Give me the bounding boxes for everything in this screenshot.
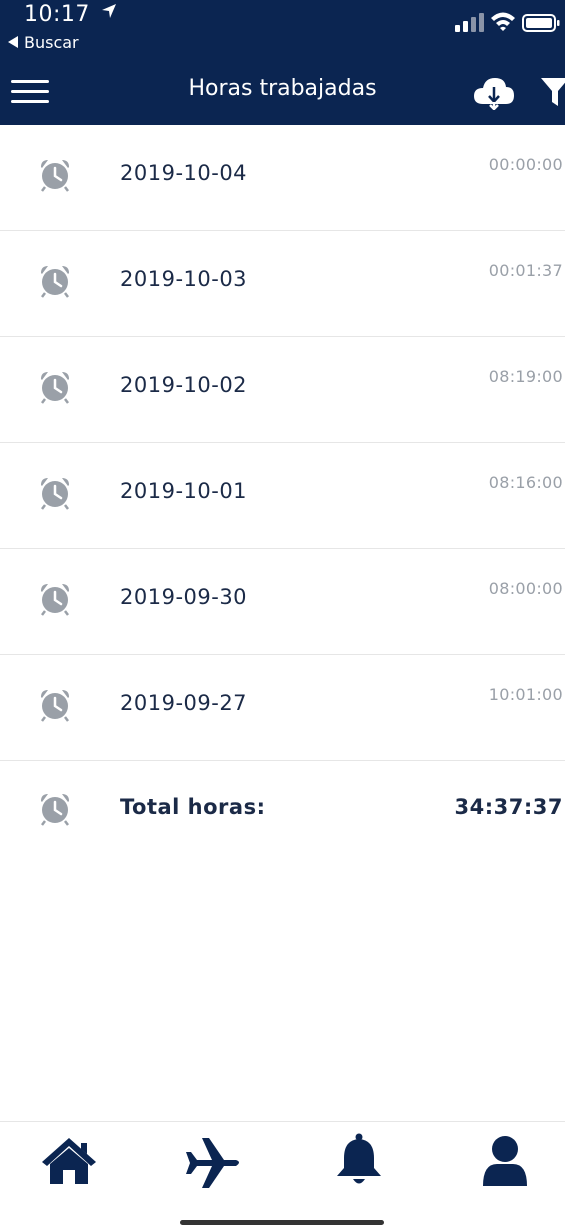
alarm-clock-icon bbox=[41, 160, 69, 192]
record-duration: 08:16:00 bbox=[488, 473, 563, 492]
record-duration: 08:19:00 bbox=[488, 367, 563, 386]
list-item[interactable]: 2019-09-27 10:01:00 bbox=[0, 655, 565, 761]
total-hours-value: 34:37:37 bbox=[454, 795, 563, 819]
record-date: 2019-09-30 bbox=[120, 585, 248, 609]
wifi-icon bbox=[491, 12, 515, 31]
record-duration: 00:00:00 bbox=[488, 155, 563, 174]
cloud-download-icon[interactable] bbox=[473, 74, 515, 110]
record-duration: 10:01:00 bbox=[488, 685, 563, 704]
list-item[interactable]: 2019-09-30 08:00:00 bbox=[0, 549, 565, 655]
list-item[interactable]: 2019-10-04 00:00:00 bbox=[0, 125, 565, 231]
total-hours-row: Total horas: 34:37:37 bbox=[0, 761, 565, 856]
alarm-clock-icon bbox=[41, 372, 69, 404]
home-icon[interactable] bbox=[38, 1132, 100, 1188]
alarm-clock-icon bbox=[41, 478, 69, 510]
record-date: 2019-10-03 bbox=[120, 267, 248, 291]
battery-icon bbox=[522, 14, 560, 32]
filter-icon[interactable] bbox=[540, 76, 565, 108]
app-header: 10:17 Buscar Horas trabajadas bbox=[0, 0, 565, 125]
record-duration: 08:00:00 bbox=[488, 579, 563, 598]
record-duration: 00:01:37 bbox=[488, 261, 563, 280]
alarm-clock-icon bbox=[41, 266, 69, 298]
back-label: Buscar bbox=[24, 33, 79, 52]
status-bar-time: 10:17 bbox=[24, 2, 117, 27]
alarm-clock-icon bbox=[41, 584, 69, 616]
list-item[interactable]: 2019-10-01 08:16:00 bbox=[0, 443, 565, 549]
bell-icon[interactable] bbox=[328, 1132, 390, 1188]
record-date: 2019-09-27 bbox=[120, 691, 248, 715]
home-indicator bbox=[180, 1220, 384, 1225]
record-date: 2019-10-01 bbox=[120, 479, 248, 503]
airplane-icon[interactable] bbox=[182, 1132, 244, 1188]
total-hours-label: Total horas: bbox=[120, 795, 266, 819]
location-arrow-icon bbox=[102, 4, 117, 18]
list-item[interactable]: 2019-10-03 00:01:37 bbox=[0, 231, 565, 337]
hours-list: 2019-10-04 00:00:00 2019-10-03 00:01:37 … bbox=[0, 125, 565, 856]
alarm-clock-icon bbox=[41, 690, 69, 722]
cellular-signal-icon bbox=[455, 13, 484, 32]
record-date: 2019-10-02 bbox=[120, 373, 248, 397]
back-triangle-icon bbox=[8, 36, 18, 48]
bottom-tab-bar bbox=[0, 1121, 565, 1225]
user-icon[interactable] bbox=[474, 1132, 536, 1188]
record-date: 2019-10-04 bbox=[120, 161, 248, 185]
alarm-clock-icon bbox=[41, 794, 69, 826]
back-to-search-link[interactable]: Buscar bbox=[8, 33, 79, 52]
time-text: 10:17 bbox=[24, 2, 90, 27]
list-item[interactable]: 2019-10-02 08:19:00 bbox=[0, 337, 565, 443]
